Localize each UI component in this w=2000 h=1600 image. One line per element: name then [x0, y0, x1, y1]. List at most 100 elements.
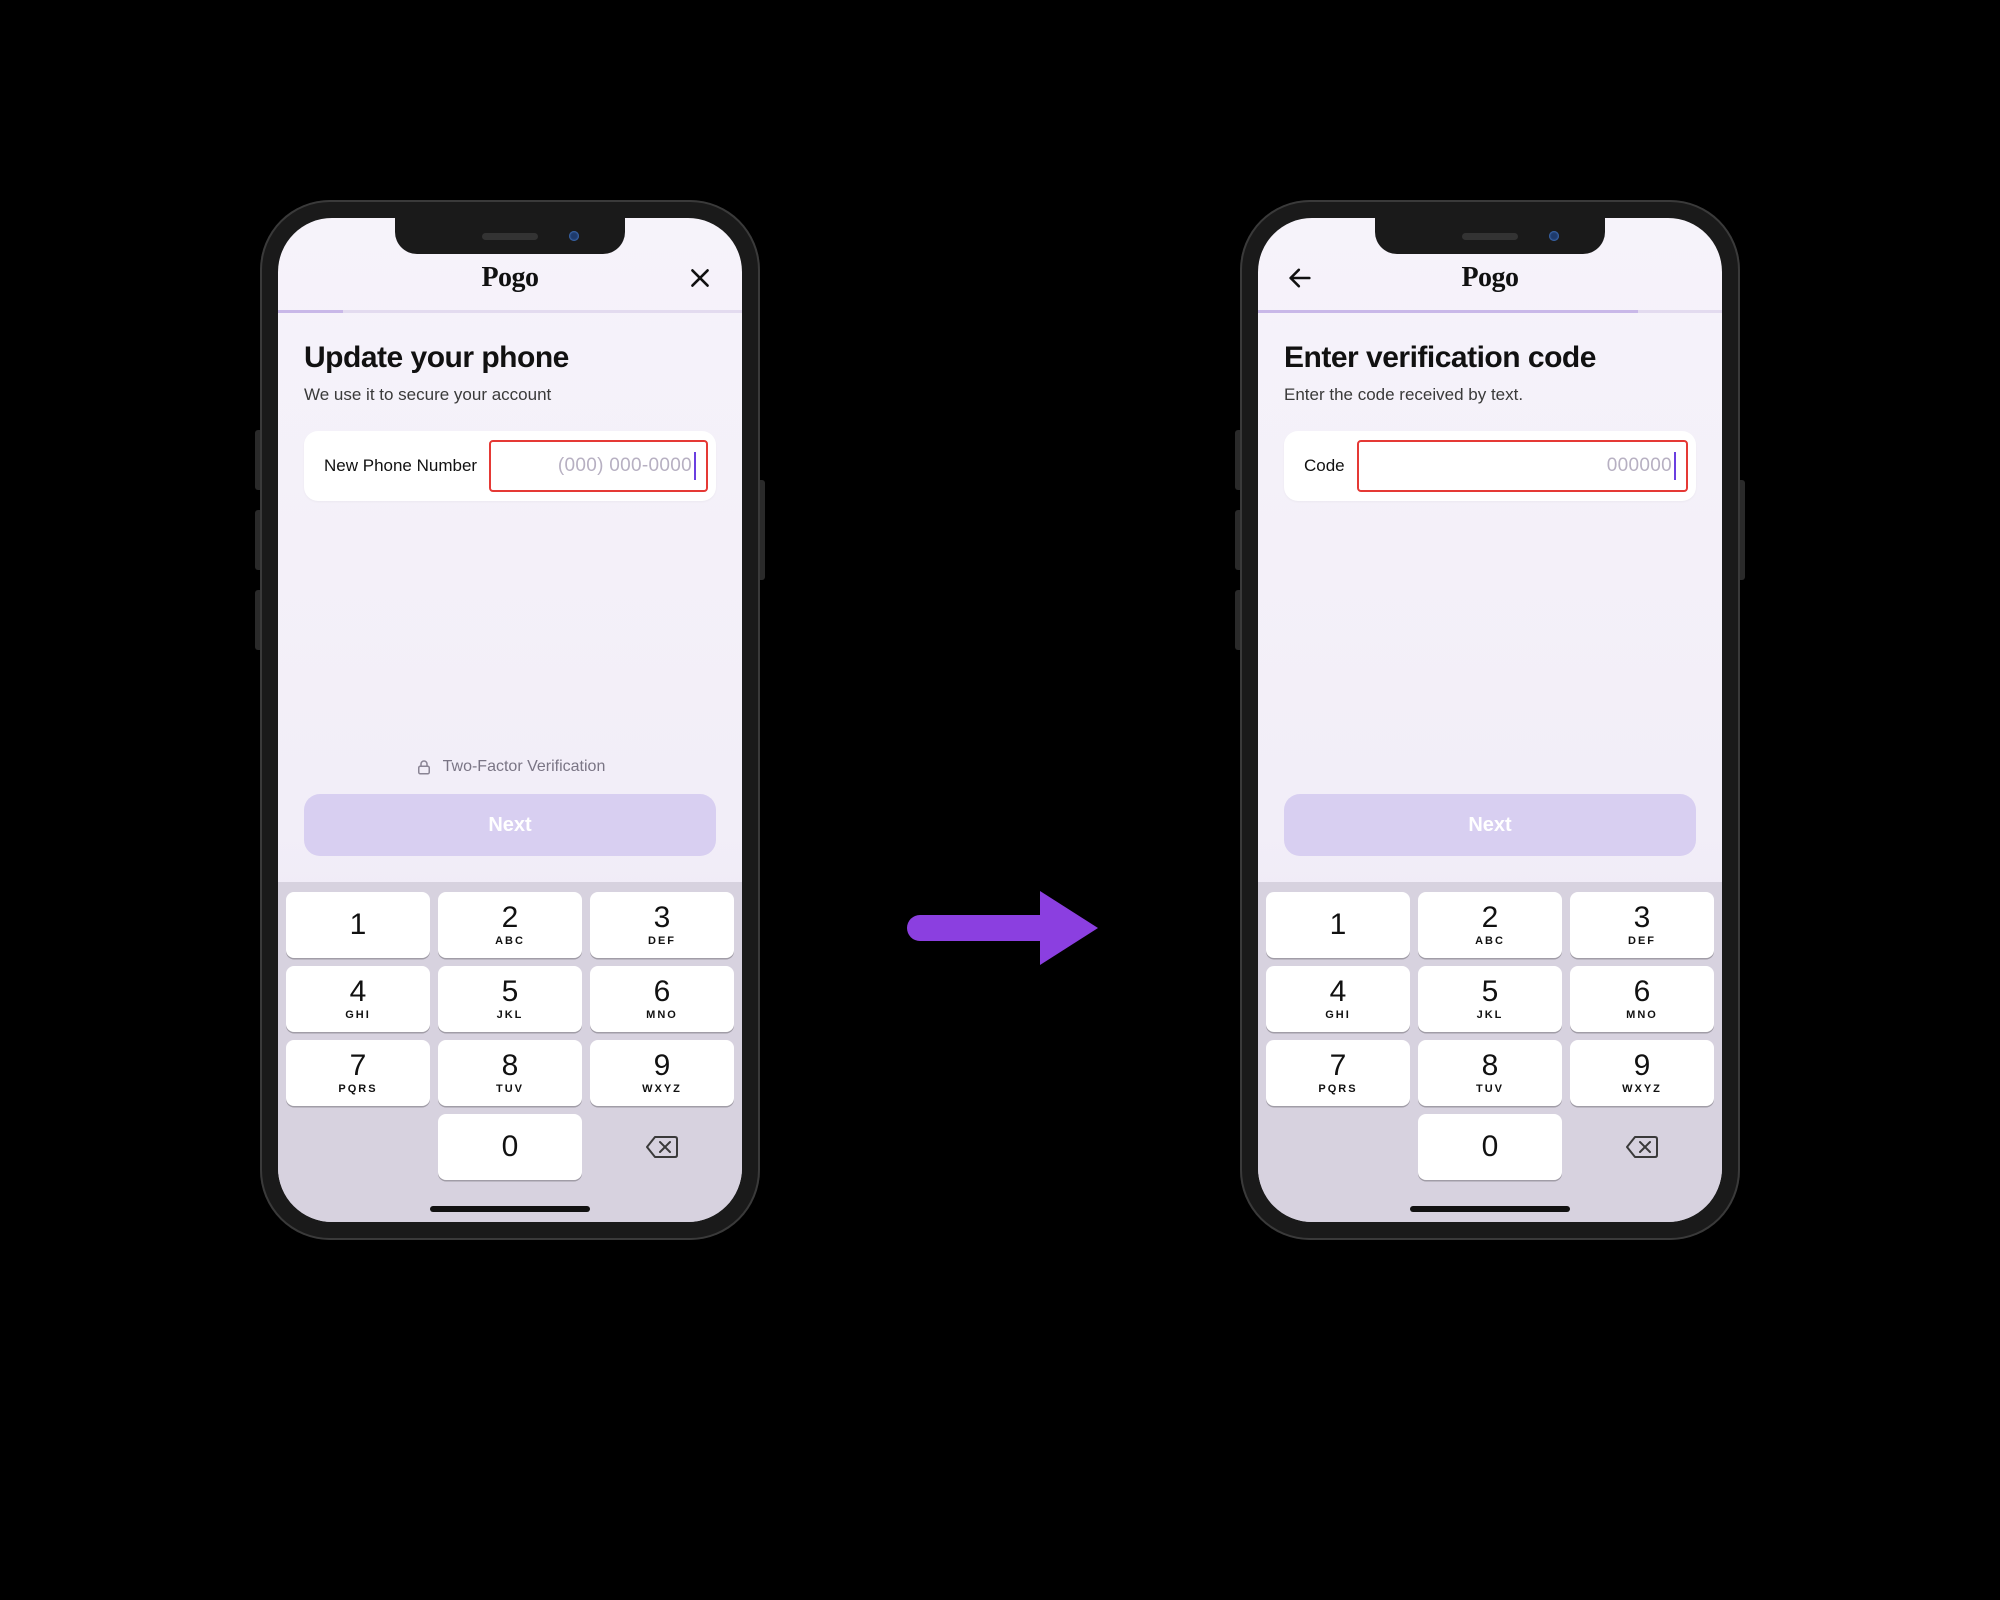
numeric-keypad: 1 2 ABC 3 DEF 4 GHI 5 JKL 6 MNO 7 PQRS 8 TUV 9 WXYZ 0	[1258, 882, 1722, 1222]
keypad-key-2[interactable]: 2ABC	[438, 892, 582, 958]
keypad-letters: WXYZ	[1622, 1083, 1662, 1095]
keypad-blank	[1266, 1114, 1410, 1180]
keypad-digit: 5	[502, 977, 519, 1007]
keypad-digit: 1	[1330, 910, 1347, 940]
phone-frame-right: Pogo Enter verification code Enter the c…	[1240, 200, 1740, 1240]
keypad-key-9[interactable]: 9 WXYZ	[1570, 1040, 1714, 1106]
keypad-blank	[286, 1114, 430, 1180]
keypad-digit: 8	[1482, 1051, 1499, 1081]
keypad-key-2[interactable]: 2 ABC	[1418, 892, 1562, 958]
keypad-digit: 0	[502, 1132, 519, 1162]
keypad-key-6[interactable]: 6 MNO	[590, 966, 734, 1032]
keypad-letters: PQRS	[1318, 1083, 1357, 1095]
keypad-letters: WXYZ	[642, 1083, 682, 1095]
keypad-digit: 2	[1482, 903, 1499, 933]
keypad-key-1[interactable]: 1	[1266, 892, 1410, 958]
text-caret	[694, 452, 696, 480]
keypad-key-6[interactable]: 6 MNO	[1570, 966, 1714, 1032]
phone-input[interactable]: (000) 000-0000	[489, 440, 708, 492]
keypad-key-1[interactable]: 1	[286, 892, 430, 958]
keypad-digit: 7	[1330, 1051, 1347, 1081]
keypad-key-8[interactable]: 8TUV	[438, 1040, 582, 1106]
next-button[interactable]: Next	[304, 794, 716, 856]
code-input[interactable]: 000000	[1357, 440, 1688, 492]
keypad-digit: 3	[1634, 903, 1651, 933]
keypad-digit: 6	[654, 977, 671, 1007]
keypad-letters: DEF	[648, 935, 676, 947]
page-title: Update your phone	[304, 341, 716, 375]
close-button[interactable]	[680, 258, 720, 298]
device-notch	[395, 218, 625, 254]
device-notch	[1375, 218, 1605, 254]
keypad-key-5[interactable]: 5 JKL	[1418, 966, 1562, 1032]
progress-fill	[1258, 310, 1638, 313]
keypad-digit: 9	[1634, 1051, 1651, 1081]
keypad-digit: 4	[350, 977, 367, 1007]
keypad-letters: TUV	[1476, 1083, 1504, 1095]
page-title: Enter verification code	[1284, 341, 1696, 375]
next-button[interactable]: Next	[1284, 794, 1696, 856]
keypad-letters: GHI	[1325, 1009, 1351, 1021]
keypad-digit: 4	[1330, 977, 1347, 1007]
numeric-keypad: 1 2ABC3DEF 4 GHI 5 JKL 6 MNO 7 PQRS 8TUV 9 WXYZ 0	[278, 882, 742, 1222]
two-factor-label: Two-Factor Verification	[443, 758, 606, 776]
keypad-delete[interactable]	[590, 1114, 734, 1180]
backspace-icon	[645, 1134, 679, 1160]
code-field-label: Code	[1304, 456, 1345, 476]
phone-frame-left: Pogo Update your phone We use it to secu…	[260, 200, 760, 1240]
phone-field: New Phone Number (000) 000-0000	[304, 431, 716, 501]
keypad-key-9[interactable]: 9 WXYZ	[590, 1040, 734, 1106]
keypad-key-3[interactable]: 3DEF	[590, 892, 734, 958]
keypad-letters: ABC	[495, 935, 525, 947]
progress-bar	[278, 310, 742, 313]
page-subtitle: We use it to secure your account	[304, 385, 716, 405]
keypad-key-0[interactable]: 0	[438, 1114, 582, 1180]
keypad-digit: 9	[654, 1051, 671, 1081]
brand-logo: Pogo	[481, 262, 538, 294]
keypad-key-4[interactable]: 4 GHI	[286, 966, 430, 1032]
home-indicator	[430, 1206, 590, 1212]
back-arrow-icon	[1286, 264, 1314, 292]
keypad-letters: GHI	[345, 1009, 371, 1021]
keypad-letters: JKL	[497, 1009, 524, 1021]
backspace-icon	[1625, 1134, 1659, 1160]
screen-verification: Pogo Enter verification code Enter the c…	[1258, 218, 1722, 1222]
phone-placeholder: (000) 000-0000	[558, 455, 692, 477]
keypad-key-4[interactable]: 4 GHI	[1266, 966, 1410, 1032]
back-button[interactable]	[1280, 258, 1320, 298]
keypad-key-7[interactable]: 7 PQRS	[1266, 1040, 1410, 1106]
keypad-digit: 7	[350, 1051, 367, 1081]
keypad-letters: MNO	[1626, 1009, 1658, 1021]
keypad-key-7[interactable]: 7 PQRS	[286, 1040, 430, 1106]
keypad-digit: 6	[1634, 977, 1651, 1007]
keypad-digit: 1	[350, 910, 367, 940]
home-indicator	[1410, 1206, 1570, 1212]
close-icon	[687, 265, 713, 291]
keypad-digit: 0	[1482, 1132, 1499, 1162]
keypad-key-8[interactable]: 8 TUV	[1418, 1040, 1562, 1106]
code-placeholder: 000000	[1607, 455, 1672, 477]
lock-icon	[415, 758, 433, 776]
keypad-letters: DEF	[1628, 935, 1656, 947]
keypad-delete[interactable]	[1570, 1114, 1714, 1180]
text-caret	[1674, 452, 1676, 480]
keypad-key-0[interactable]: 0	[1418, 1114, 1562, 1180]
next-button-label: Next	[488, 814, 531, 837]
code-field: Code 000000	[1284, 431, 1696, 501]
screen-update-phone: Pogo Update your phone We use it to secu…	[278, 218, 742, 1222]
keypad-letters: MNO	[646, 1009, 678, 1021]
two-factor-note: Two-Factor Verification	[304, 758, 716, 776]
keypad-letters: ABC	[1475, 935, 1505, 947]
content-area: Enter verification code Enter the code r…	[1258, 313, 1722, 882]
keypad-letters: PQRS	[338, 1083, 377, 1095]
keypad-key-5[interactable]: 5 JKL	[438, 966, 582, 1032]
keypad-digit: 5	[1482, 977, 1499, 1007]
progress-fill	[278, 310, 343, 313]
keypad-key-3[interactable]: 3 DEF	[1570, 892, 1714, 958]
page-subtitle: Enter the code received by text.	[1284, 385, 1696, 405]
keypad-letters: TUV	[496, 1083, 524, 1095]
content-area: Update your phone We use it to secure yo…	[278, 313, 742, 882]
phone-field-label: New Phone Number	[324, 456, 477, 476]
next-button-label: Next	[1468, 814, 1511, 837]
keypad-letters: JKL	[1477, 1009, 1504, 1021]
